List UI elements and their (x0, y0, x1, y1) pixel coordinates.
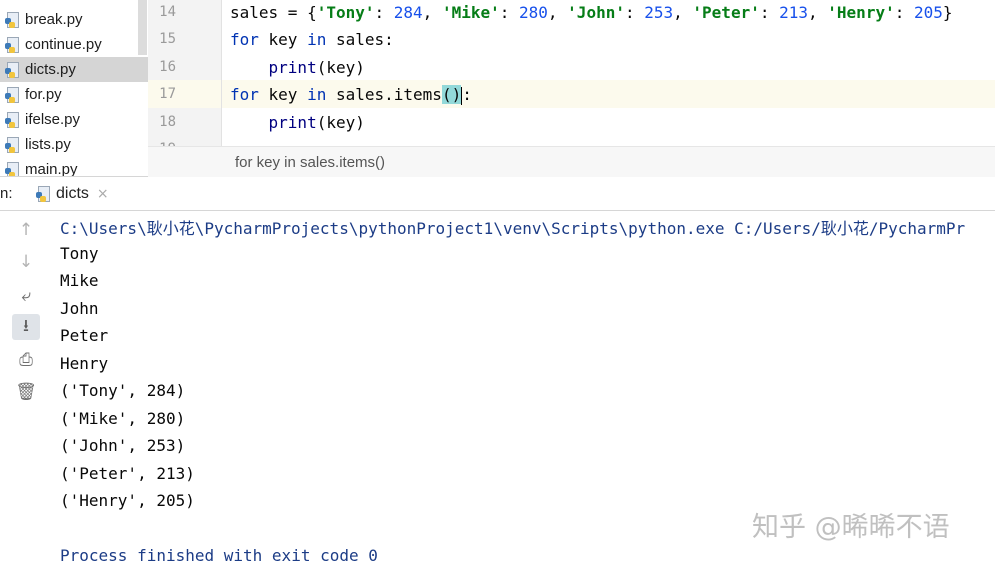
breadcrumb[interactable]: for key in sales.items() (148, 146, 995, 179)
code-line-18: print(key) (268, 113, 365, 132)
console-output-line: Henry (60, 354, 109, 373)
print-icon[interactable]: ⎙ (12, 347, 40, 373)
tree-item-label: dicts.py (25, 61, 76, 78)
python-run-icon (36, 185, 52, 202)
tree-item-continue[interactable]: continue.py (0, 32, 148, 57)
console-output-line: ('Henry', 205) (60, 491, 195, 510)
run-tab-dicts[interactable]: dicts × (30, 177, 128, 210)
line-number: 15 (159, 31, 176, 47)
python-file-icon (5, 86, 21, 103)
tree-item-label: ifelse.py (25, 111, 81, 128)
python-file-icon (5, 61, 21, 78)
console-output-line: ('Peter', 213) (60, 464, 195, 483)
tree-item-label: break.py (25, 11, 83, 28)
python-file-icon (5, 11, 21, 28)
python-file-icon (5, 136, 21, 153)
python-file-icon (5, 161, 21, 176)
line-number: 16 (159, 59, 176, 75)
code-line-17: for key in sales.items(): (230, 85, 472, 105)
tree-item-label: lists.py (25, 136, 71, 153)
run-window-label: n: (0, 185, 13, 202)
scroll-to-end-icon[interactable]: ⭳ (12, 314, 40, 340)
matched-parens: () (441, 85, 462, 104)
console-output-line: Tony (60, 244, 99, 263)
tree-item-label: main.py (25, 161, 78, 176)
run-tab-label: dicts (56, 184, 89, 202)
tree-item-ifelse[interactable]: ifelse.py (0, 107, 148, 132)
python-file-icon (5, 111, 21, 128)
tree-item-dicts[interactable]: dicts.py (0, 57, 148, 82)
close-icon[interactable]: × (97, 186, 109, 202)
tree-item-for[interactable]: for.py (0, 82, 148, 107)
run-tool-window-header: n: dicts × (0, 177, 995, 211)
line-number: 17 (159, 86, 176, 102)
tree-item-label: continue.py (25, 36, 102, 53)
gutter-divider (221, 0, 222, 146)
console-command-line: C:\Users\耿小花\PycharmProjects\pythonProje… (60, 219, 966, 238)
console-output-line: Mike (60, 271, 99, 290)
console-output-line: John (60, 299, 99, 318)
watermark: 知乎 @晞晞不语 (752, 512, 950, 543)
tree-item-lists[interactable]: lists.py (0, 132, 148, 157)
tree-scrollbar[interactable] (138, 0, 147, 55)
line-number: 18 (159, 114, 176, 130)
code-line-16: print(key) (268, 58, 365, 77)
down-arrow-icon[interactable]: ↓ (12, 249, 40, 275)
console-output-line: ('John', 253) (60, 436, 186, 455)
console-output-line: ('Mike', 280) (60, 409, 186, 428)
tree-item-break[interactable]: break.py (0, 7, 148, 32)
line-number: 14 (159, 4, 176, 20)
project-tree: break.py continue.py dicts.py for.py ife… (0, 0, 148, 176)
soft-wrap-icon[interactable]: ⤶ (12, 283, 40, 309)
python-file-icon (5, 36, 21, 53)
console-output-line: Peter (60, 326, 109, 345)
up-arrow-icon[interactable]: ↑ (12, 217, 40, 243)
run-toolbar: ↑ ↓ ⤶ ⭳ ⎙ 🗑 (0, 211, 52, 564)
code-line-15: for key in sales: (230, 30, 394, 49)
code-line-14: sales = {'Tony': 284, 'Mike': 280, 'John… (230, 3, 953, 22)
console-output-line: ('Tony', 284) (60, 381, 186, 400)
console-exit-message: Process finished with exit code 0 (60, 546, 378, 565)
tree-item-main[interactable]: main.py (0, 157, 148, 176)
tree-item-label: for.py (25, 86, 62, 103)
trash-icon[interactable]: 🗑 (12, 379, 40, 405)
breadcrumb-item[interactable]: for key in sales.items() (235, 154, 385, 171)
